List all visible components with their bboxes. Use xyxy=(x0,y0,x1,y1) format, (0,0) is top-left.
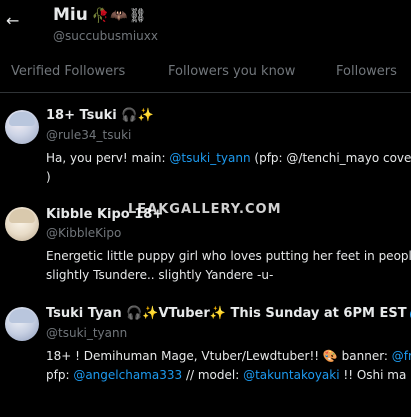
profile-handle: @succubusmiuxx xyxy=(53,29,158,43)
profile-name: Miu xyxy=(53,5,88,25)
user-handle: @tsuki_tyann xyxy=(46,326,128,340)
tab-followers[interactable]: Followers xyxy=(336,64,397,79)
user-bio-line: slightly Tsundere.. slightly Yandere -u- xyxy=(46,268,274,282)
user-bio-line: ) xyxy=(46,170,51,184)
mention-link[interactable]: @tsuki_tyann xyxy=(169,151,250,165)
profile-header: Miu 🥀🦇⛓ @succubusmiuxx xyxy=(53,4,158,45)
user-bio-line: 18+ ! Demihuman Mage, Vtuber/Lewdtuber!!… xyxy=(46,349,411,363)
name-emoji: 🎧✨ xyxy=(121,108,154,123)
mention-link[interactable]: @angelchama333 xyxy=(73,368,182,382)
watermark-text: LEAKGALLERY.COM xyxy=(128,202,282,217)
back-arrow-icon[interactable]: ← xyxy=(6,12,22,30)
user-handle: @rule34_tsuki xyxy=(46,128,132,142)
avatar[interactable] xyxy=(5,110,39,144)
user-handle: @KibbleKipo xyxy=(46,226,122,240)
tab-followers-you-know[interactable]: Followers you know xyxy=(168,64,295,79)
follower-item[interactable]: 18+ Tsuki 🎧✨ @rule34_tsuki Ha, you perv!… xyxy=(0,93,411,195)
user-display-name[interactable]: Tsuki Tyan 🎧✨VTuber✨ This Sunday at 6PM … xyxy=(46,306,411,321)
mention-link[interactable]: @fr xyxy=(392,349,411,363)
user-bio-line: pfp: @angelchama333 // model: @takuntako… xyxy=(46,368,407,382)
profile-name-emoji: 🥀🦇⛓ xyxy=(91,8,148,24)
tab-verified-followers[interactable]: Verified Followers xyxy=(11,64,125,79)
follower-item[interactable]: Tsuki Tyan 🎧✨VTuber✨ This Sunday at 6PM … xyxy=(0,295,411,417)
top-bar: ← Miu 🥀🦇⛓ @succubusmiuxx xyxy=(0,0,411,52)
user-bio-line: Ha, you perv! main: @tsuki_tyann (pfp: @… xyxy=(46,151,411,165)
followers-tabs: Verified Followers Followers you know Fo… xyxy=(0,52,411,93)
profile-title: Miu 🥀🦇⛓ xyxy=(53,4,158,27)
mention-link[interactable]: @takuntakoyaki xyxy=(243,368,340,382)
avatar[interactable] xyxy=(5,207,39,241)
user-bio-line: Energetic little puppy girl who loves pu… xyxy=(46,249,411,263)
user-display-name[interactable]: 18+ Tsuki 🎧✨ xyxy=(46,108,154,123)
avatar[interactable] xyxy=(5,307,39,341)
